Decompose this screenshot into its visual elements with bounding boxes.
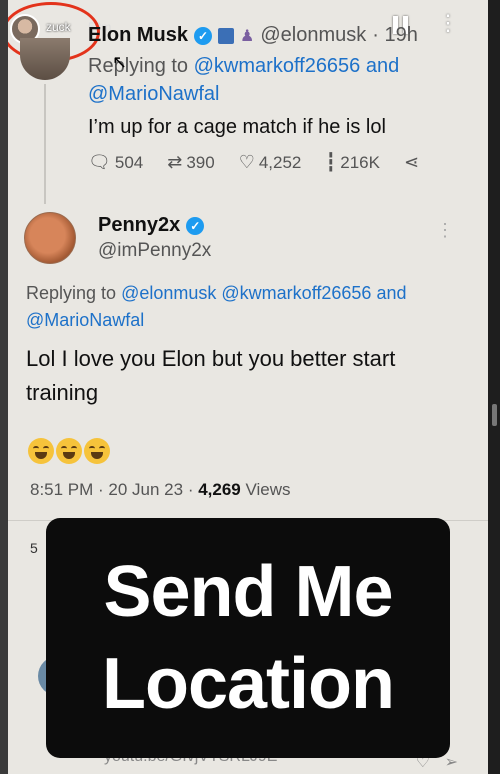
reply-prefix: Replying to xyxy=(26,283,117,303)
tweet2-more-icon[interactable]: ⋮ xyxy=(436,220,454,241)
story-caption-box: Send Me Location xyxy=(46,518,450,758)
share-action[interactable]: ⋖ xyxy=(404,152,419,173)
grinning-face-icon xyxy=(84,438,110,464)
views-action[interactable]: ┇ 216K xyxy=(325,152,380,173)
reply-action[interactable]: 🗨 504 xyxy=(88,152,143,173)
tweet2-replying-to: Replying to @elonmusk @kwmarkoff26656 an… xyxy=(26,280,466,334)
frame-edge-left xyxy=(0,0,8,774)
mention-link[interactable]: @kwmarkoff26656 xyxy=(194,55,361,77)
peek-count: 5 xyxy=(30,540,38,556)
retweet-icon: ⇄ xyxy=(167,152,183,172)
reply-icon: 🗨 xyxy=(88,152,111,172)
send-icon[interactable]: ➢ xyxy=(445,752,458,772)
views-count: 216K xyxy=(340,152,380,172)
mention-link[interactable]: @MarioNawfal xyxy=(88,83,219,105)
bar-chart-icon: ┇ xyxy=(325,152,337,172)
tweet1-header: Elon Musk ✓ ♟ @elonmusk · 19h xyxy=(88,24,418,47)
affiliate-badge-icon xyxy=(218,27,235,44)
tweet2-views-label: Views xyxy=(245,480,291,499)
verified-badge-icon: ✓ xyxy=(194,26,213,45)
heart-icon: ♡ xyxy=(238,152,255,172)
mention-and: and xyxy=(365,55,400,77)
tweet2-meta: 8:51 PM · 20 Jun 23 · 4,269 Views xyxy=(30,480,291,500)
grinning-face-icon xyxy=(56,438,82,464)
mention-link[interactable]: @kwmarkoff26656 xyxy=(221,283,371,303)
penny-avatar[interactable] xyxy=(24,212,76,264)
thread-line xyxy=(44,84,46,204)
tweet2-name[interactable]: Penny2x xyxy=(98,214,180,237)
retweet-action[interactable]: ⇄ 390 xyxy=(167,152,214,173)
emoji-row xyxy=(28,438,110,464)
caption-line-2: Location xyxy=(102,644,395,724)
mention-and: and xyxy=(376,283,407,303)
like-count: 4,252 xyxy=(258,152,302,172)
reply-prefix: Replying to xyxy=(88,55,189,77)
mention-link[interactable]: @MarioNawfal xyxy=(26,310,144,330)
like-action[interactable]: ♡ 4,252 xyxy=(239,152,302,173)
mention-link[interactable]: @elonmusk xyxy=(121,283,216,303)
tweet2-header: Penny2x ✓ xyxy=(98,214,205,237)
share-icon: ⋖ xyxy=(403,152,420,172)
verified-badge-icon: ✓ xyxy=(186,216,205,235)
tweet1-text: I’m up for a cage match if he is lol xyxy=(88,116,386,138)
tweet1-handle[interactable]: @elonmusk xyxy=(260,24,366,47)
tweet1-name[interactable]: Elon Musk xyxy=(88,24,188,47)
tweet1-age: · 19h xyxy=(372,24,418,46)
side-button xyxy=(492,404,497,426)
tweet2-handle[interactable]: @imPenny2x xyxy=(98,240,211,262)
tweet2-text: Lol I love you Elon but you better start… xyxy=(26,346,396,405)
tweet2-time: 8:51 PM · 20 Jun 23 · xyxy=(30,480,194,499)
person-badge-icon: ♟ xyxy=(240,27,255,45)
reply-count: 504 xyxy=(114,152,144,172)
tweet2-views-count[interactable]: 4,269 xyxy=(198,480,241,499)
caption-line-1: Send Me xyxy=(103,552,393,632)
mouse-cursor-icon: ↖ xyxy=(112,52,128,72)
more-options-icon[interactable]: ⋮ xyxy=(437,10,460,36)
frame-edge-right xyxy=(488,0,500,774)
tweet1-replying-to: Replying to @kwmarkoff26656 and @MarioNa… xyxy=(88,52,428,108)
grinning-face-icon xyxy=(28,438,54,464)
tweet1-actions: 🗨 504 ⇄ 390 ♡ 4,252 ┇ 216K ⋖ xyxy=(88,152,419,173)
retweet-count: 390 xyxy=(186,152,215,172)
story-screen: zuck 53m ⋮ Elon Musk ✓ ♟ @elonmusk · 19h… xyxy=(8,0,488,774)
elon-avatar[interactable] xyxy=(20,38,70,80)
